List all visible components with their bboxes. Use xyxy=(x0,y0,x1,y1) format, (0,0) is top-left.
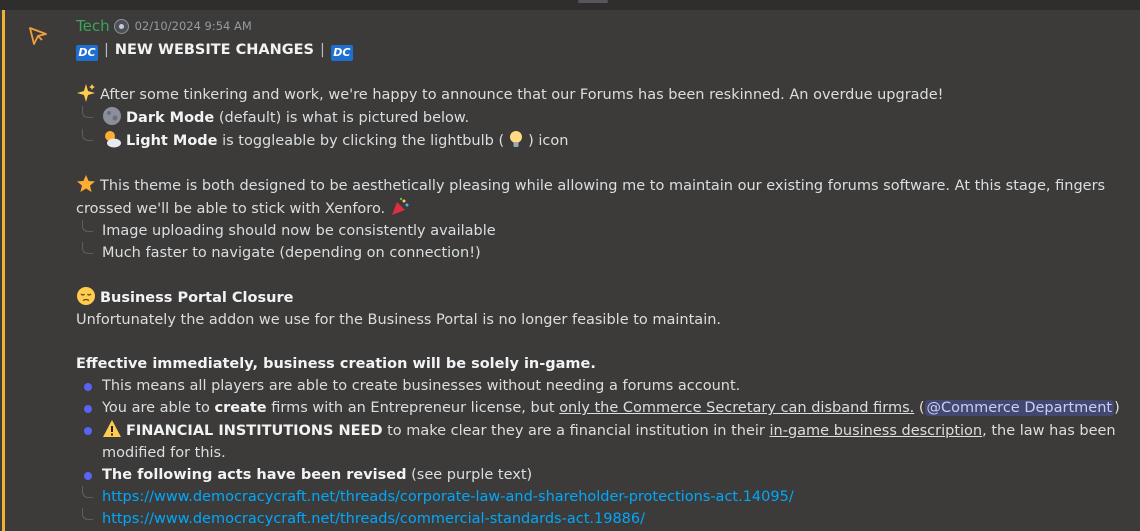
light-mode-line: Light Mode is toggleable by clicking the… xyxy=(76,129,1131,152)
bullet-text: ) xyxy=(1114,400,1120,416)
bullet-emphasis: FINANCIAL INSTITUTIONS NEED xyxy=(126,423,383,439)
dark-mode-label: Dark Mode xyxy=(126,110,215,126)
warning-icon xyxy=(103,420,121,437)
top-bar xyxy=(0,0,1140,10)
mention-highlight-bar xyxy=(2,10,5,531)
light-mode-label: Light Mode xyxy=(126,133,218,149)
bullet-text: You are able to xyxy=(102,400,215,416)
theme-text: This theme is both designed to be aesthe… xyxy=(76,178,1106,217)
bullet-underline: in-game business description xyxy=(769,423,983,439)
link-item: https://www.democracycraft.net/threads/c… xyxy=(76,508,1131,530)
pointer-icon[interactable] xyxy=(28,26,50,46)
bullet-item: FINANCIAL INSTITUTIONS NEED to make clea… xyxy=(76,419,1131,464)
separator: | xyxy=(104,42,109,58)
portal-text: Unfortunately the addon we use for the B… xyxy=(76,312,722,328)
dc-logo-icon: DC xyxy=(76,45,98,61)
portal-title: Business Portal Closure xyxy=(100,290,294,306)
sun-behind-cloud-icon xyxy=(105,131,121,148)
role-icon[interactable] xyxy=(113,18,129,34)
bullet-emphasis: The following acts have been revised xyxy=(102,467,407,483)
bullet-item: You are able to create firms with an Ent… xyxy=(76,397,1131,419)
light-mode-text-a: is toggleable by clicking the lightbulb … xyxy=(217,133,505,149)
act-link[interactable]: https://www.democracycraft.net/threads/c… xyxy=(102,489,794,505)
theme-paragraph: This theme is both designed to be aesthe… xyxy=(76,174,1131,220)
separator: | xyxy=(320,42,325,58)
title-line: DC | NEW WEBSITE CHANGES | DC xyxy=(76,39,1131,61)
theme-sub-item: Image uploading should now be consistent… xyxy=(76,220,1131,242)
bullet-text: ( xyxy=(914,400,925,416)
pensive-face-icon xyxy=(77,287,95,305)
star-icon xyxy=(77,175,95,192)
moon-icon xyxy=(103,107,121,125)
message-header: Tech 02/10/2024 9:54 AM xyxy=(76,13,1131,39)
portal-title-line: Business Portal Closure xyxy=(76,286,1131,309)
bullet-text: to make clear they are a financial insti… xyxy=(382,423,770,439)
bullet-text: (see purple text) xyxy=(406,467,533,483)
effective-line: Effective immediately, business creation… xyxy=(76,356,596,372)
top-bar-handle xyxy=(578,0,608,3)
light-mode-text-b: ) icon xyxy=(528,133,569,149)
link-item: https://www.democracycraft.net/threads/c… xyxy=(76,486,1131,508)
message: Tech 02/10/2024 9:54 AM DC | NEW WEBSITE C… xyxy=(76,13,1131,530)
party-popper-icon xyxy=(391,197,409,215)
bullet-item: The following acts have been revised (se… xyxy=(76,464,1131,486)
dark-mode-text: (default) is what is pictured below. xyxy=(214,110,470,126)
intro-line: After some tinkering and work, we're hap… xyxy=(76,83,1131,106)
dc-logo-icon: DC xyxy=(330,45,353,61)
role-mention[interactable]: @Commerce Department xyxy=(924,400,1115,416)
theme-sub-item: Much faster to navigate (depending on co… xyxy=(76,242,1131,264)
announcement-title: NEW WEBSITE CHANGES xyxy=(114,42,314,58)
lightbulb-icon xyxy=(510,131,523,147)
intro-text: After some tinkering and work, we're hap… xyxy=(100,87,944,103)
bullet-emphasis: create xyxy=(214,400,267,416)
dark-mode-line: Dark Mode (default) is what is pictured … xyxy=(76,106,1131,129)
act-link[interactable]: https://www.democracycraft.net/threads/c… xyxy=(102,511,645,527)
bullet-item: This means all players are able to creat… xyxy=(76,375,1131,397)
bullet-text: firms with an Entrepreneur license, but xyxy=(266,400,560,416)
author-name[interactable]: Tech xyxy=(76,15,110,37)
bullet-underline: only the Commerce Secretary can disband … xyxy=(559,400,915,416)
timestamp: 02/10/2024 9:54 AM xyxy=(134,19,252,33)
sparkles-icon xyxy=(77,84,95,102)
